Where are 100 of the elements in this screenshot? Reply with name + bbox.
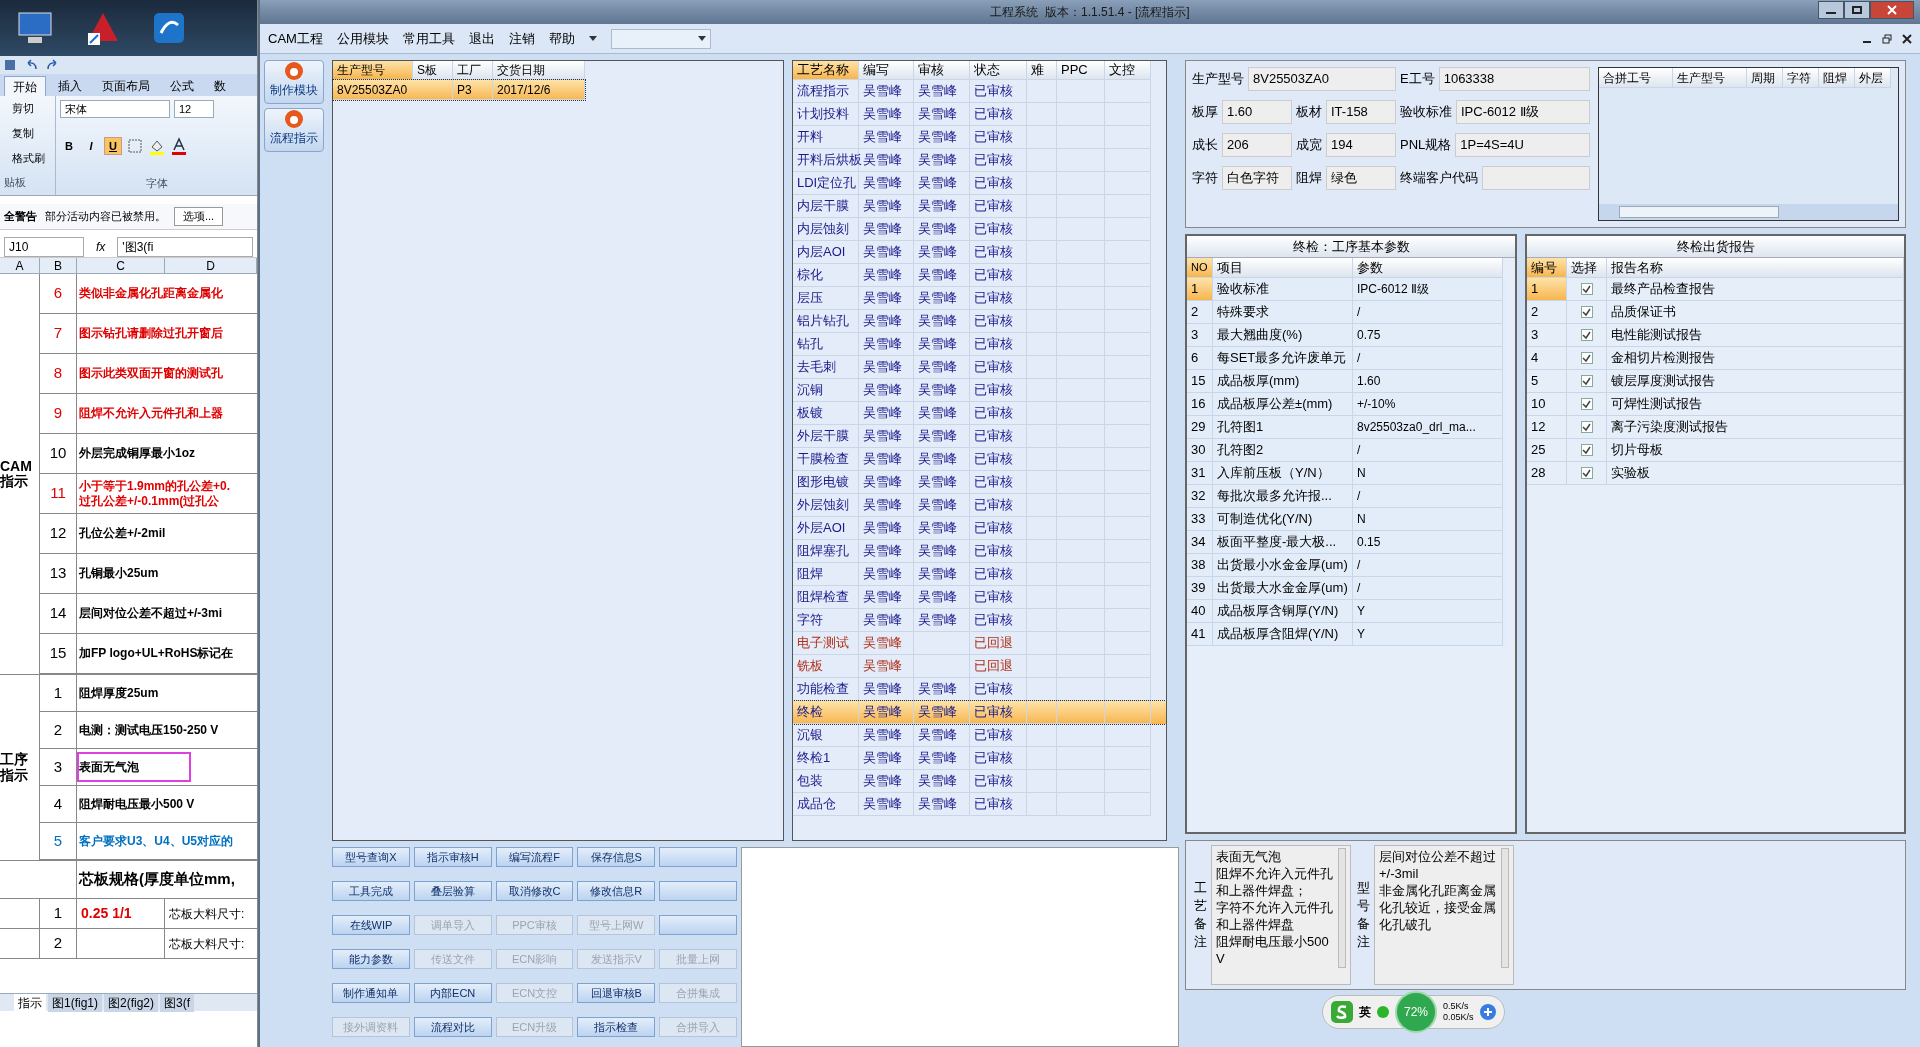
process-row[interactable]: 沉银 吴雪峰 吴雪峰 已审核 [793,724,1166,747]
sheet-tab[interactable]: 图1(fig1) [48,993,102,1012]
process-row[interactable]: 计划投料 吴雪峰 吴雪峰 已审核 [793,103,1166,126]
process-row[interactable]: 开料 吴雪峰 吴雪峰 已审核 [793,126,1166,149]
process-row[interactable]: 阻焊塞孔 吴雪峰 吴雪峰 已审核 [793,540,1166,563]
field-value[interactable]: 194 [1326,133,1396,157]
name-box[interactable]: J10 [4,236,84,257]
action-button[interactable]: 内部ECN [413,983,492,1003]
table-cell: 已审核 [970,333,1027,356]
field-value[interactable]: 8V25503ZA0 [1248,67,1396,91]
process-row[interactable]: 外层干膜 吴雪峰 吴雪峰 已审核 [793,425,1166,448]
field-value[interactable]: IT-158 [1326,100,1396,124]
column-header: 生产型号 [1673,68,1747,88]
process-row[interactable]: 包装 吴雪峰 吴雪峰 已审核 [793,770,1166,793]
instruction-text: 表面无气泡 [79,753,189,781]
field-value[interactable]: 1.60 [1222,100,1292,124]
menu-item[interactable]: 注销 [508,28,535,49]
process-row[interactable]: 成品仓 吴雪峰 吴雪峰 已审核 [793,793,1166,816]
action-button[interactable]: 编写流程F [495,847,574,867]
action-button[interactable]: 制作通知单 [332,983,410,1003]
menu-item[interactable]: 帮助 [548,28,575,49]
menu-item[interactable]: CAM工程 [268,28,323,49]
process-row[interactable]: 图形电镀 吴雪峰 吴雪峰 已审核 [793,471,1166,494]
column-header[interactable]: B [40,258,77,273]
sheet-tab[interactable]: 图2(fig2) [104,993,159,1012]
process-row[interactable]: 内层干膜 吴雪峰 吴雪峰 已审核 [793,195,1166,218]
column-header: 字符 [1783,68,1819,88]
process-row[interactable]: 外层蚀刻 吴雪峰 吴雪峰 已审核 [793,494,1166,517]
menu-item[interactable]: 常用工具 [402,28,455,49]
action-button[interactable]: 修改信息R [577,881,656,901]
process-row[interactable]: 内层蚀刻 吴雪峰 吴雪峰 已审核 [793,218,1166,241]
process-row[interactable]: 沉铜 吴雪峰 吴雪峰 已审核 [793,379,1166,402]
process-row[interactable]: 棕化 吴雪峰 吴雪峰 已审核 [793,264,1166,287]
process-row[interactable]: 字符 吴雪峰 吴雪峰 已审核 [793,609,1166,632]
ribbon-tab[interactable]: 数 [206,76,234,96]
format-button[interactable]: B [60,137,78,156]
clipboard-button[interactable]: 格式刷 [0,149,55,167]
process-row[interactable]: 板镀 吴雪峰 吴雪峰 已审核 [793,402,1166,425]
process-row[interactable]: 开料后烘板吴雪峰 吴雪峰 已审核 [793,149,1166,172]
menu-item[interactable]: 公用模块 [336,28,389,49]
process-row[interactable]: 层压 吴雪峰 吴雪峰 已审核 [793,287,1166,310]
options-button[interactable]: 选项... [174,207,224,226]
sheet-tab[interactable]: 指示 [14,993,46,1012]
order-row[interactable]: 8V25503ZA0 P3 2017/12/6 [333,80,585,100]
menu-item[interactable]: 退出 [468,28,495,49]
action-button[interactable]: 在线WIP [332,915,410,935]
font-size-field[interactable]: 12 [174,100,214,118]
process-row[interactable]: LDI定位孔 吴雪峰 吴雪峰 已审核 [793,172,1166,195]
action-button[interactable]: 取消修改C [495,881,574,901]
notes-field[interactable]: 层间对位公差不超过+/-3mil 非金属化孔距离金属化孔较近，接受金属化孔破孔 [1374,845,1514,985]
process-row[interactable]: 去毛刺 吴雪峰 吴雪峰 已审核 [793,356,1166,379]
column-header[interactable]: D [165,258,257,273]
action-button[interactable]: 回退审核B [577,983,656,1003]
field-value[interactable]: 206 [1222,133,1292,157]
process-row[interactable]: 外层AOI 吴雪峰 吴雪峰 已审核 [793,517,1166,540]
sheet-tab[interactable]: 图3(f [160,993,195,1012]
column-header[interactable]: C [77,258,165,273]
process-row[interactable]: 终检1 吴雪峰 吴雪峰 已审核 [793,747,1166,770]
process-row[interactable]: 内层AOI 吴雪峰 吴雪峰 已审核 [793,241,1166,264]
table-cell: 铝片钻孔 [793,310,859,333]
font-name-field[interactable]: 宋体 [60,100,170,118]
ribbon-tab[interactable]: 页面布局 [94,76,158,96]
field-value[interactable]: 1P=4S=4U [1455,133,1590,157]
field-value[interactable]: IPC-6012 Ⅱ级 [1456,100,1590,124]
formula-field[interactable]: '图3(fi [117,236,253,257]
table-cell: 吴雪峰 [914,80,970,103]
format-button[interactable]: I [82,137,100,156]
field-value[interactable]: 1063338 [1438,67,1590,91]
ribbon-tab[interactable]: 插入 [50,76,90,96]
nav-button[interactable]: 制作模块 [264,60,324,104]
ribbon-tab[interactable]: 公式 [162,76,202,96]
action-button[interactable]: 保存信息S [577,847,656,867]
process-row[interactable]: 流程指示 吴雪峰 吴雪峰 已审核 [793,80,1166,103]
process-row[interactable]: 阻焊 吴雪峰 吴雪峰 已审核 [793,563,1166,586]
process-row[interactable]: 电子测试 吴雪峰 已回退 [793,632,1166,655]
ime-language[interactable]: 英 [1359,1003,1371,1021]
format-button[interactable]: U [104,137,122,156]
ribbon-tab[interactable]: 开始 [4,76,46,96]
process-row[interactable]: 铝片钻孔 吴雪峰 吴雪峰 已审核 [793,310,1166,333]
process-row[interactable]: 阻焊检查 吴雪峰 吴雪峰 已审核 [793,586,1166,609]
row-number: 3 [1531,326,1539,345]
action-button[interactable]: 指示检查 [577,1017,656,1037]
row-number: 8 [53,363,63,384]
field-value[interactable]: 绿色 [1326,166,1396,190]
column-header[interactable]: A [0,258,40,273]
process-row[interactable]: 钻孔 吴雪峰 吴雪峰 已审核 [793,333,1166,356]
process-row[interactable]: 干膜检查 吴雪峰 吴雪峰 已审核 [793,448,1166,471]
action-button[interactable]: 型号查询X [332,847,410,867]
field-value[interactable]: 白色字符 [1222,166,1292,190]
clipboard-button[interactable]: 剪切 [0,100,55,117]
action-button[interactable]: 工具完成 [332,881,410,901]
action-button[interactable]: 能力参数 [332,949,410,969]
clipboard-button[interactable]: 复制 [0,124,55,142]
process-row[interactable]: 铣板 吴雪峰 已回退 [793,655,1166,678]
process-row[interactable]: 终检 吴雪峰 吴雪峰 已审核 [793,701,1166,724]
notes-field[interactable]: 表面无气泡 阻焊不允许入元件孔和上器件焊盘； 字符不允许入元件孔和上器件焊盘 阻焊耐电压最小500 V [1211,845,1351,985]
action-button[interactable]: 叠层验算 [413,881,492,901]
action-button[interactable]: 流程对比 [413,1017,492,1037]
action-button[interactable]: 指示审核H [413,847,492,867]
nav-button[interactable]: 流程指示 [264,108,324,152]
